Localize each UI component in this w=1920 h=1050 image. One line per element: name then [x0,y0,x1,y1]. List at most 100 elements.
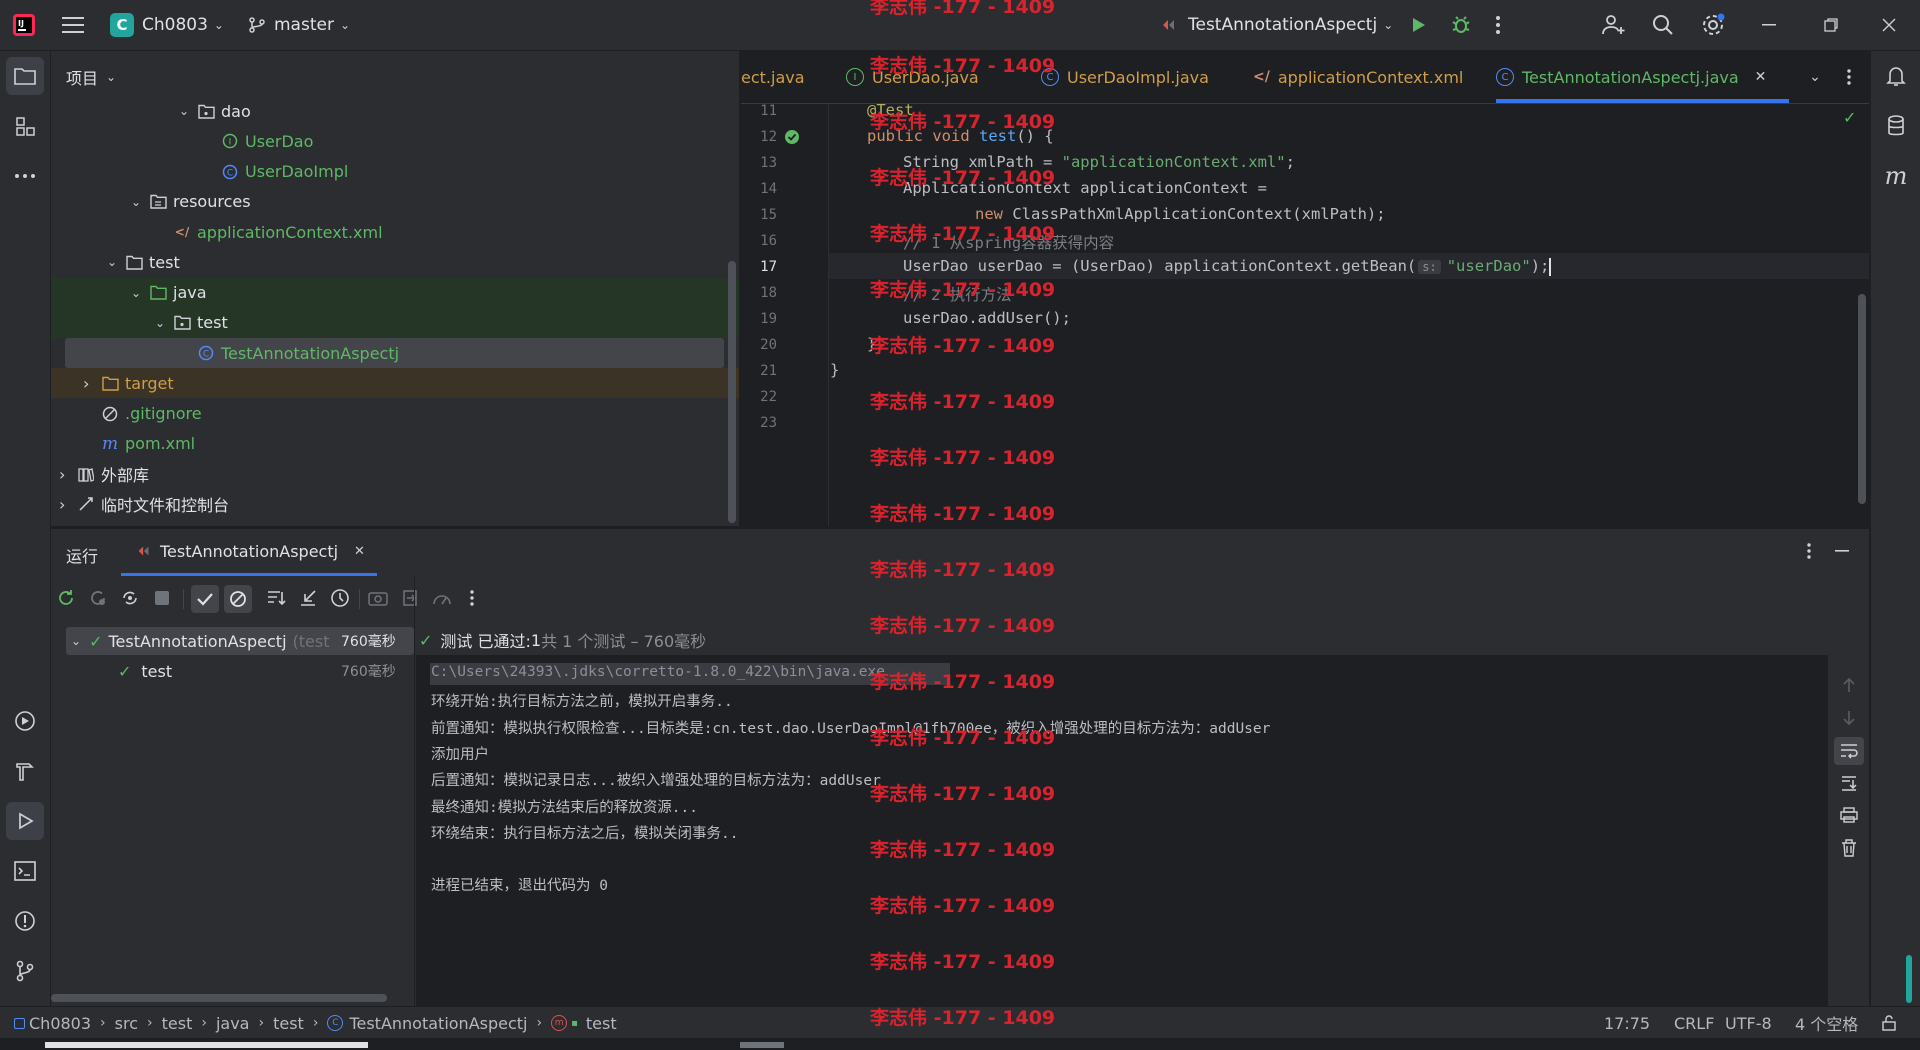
tab-more-icon[interactable] [1839,65,1859,89]
chevron-right-icon[interactable]: › [83,374,101,393]
services-tool-button[interactable] [6,702,44,740]
rerun-failed-icon[interactable] [87,587,109,609]
chevron-down-icon[interactable]: ⌄ [155,316,173,330]
caret-position[interactable]: 17:75 [1604,1007,1650,1039]
stop-icon[interactable] [151,587,173,609]
line-number: 17 [760,259,777,275]
test-suite-row[interactable]: ⌄ ✓ TestAnnotationAspectj (test [71,627,329,655]
more-actions-icon[interactable] [1495,0,1501,50]
test-tree-scrollbar[interactable] [51,994,387,1002]
project-view-selector[interactable]: 项目 ⌄ [66,65,116,89]
git-tool-button[interactable] [6,952,44,990]
database-icon[interactable] [1877,107,1915,145]
breadcrumb-item[interactable]: test [273,1014,304,1033]
breadcrumb-item[interactable]: java [216,1014,250,1033]
import-tests-icon[interactable] [297,587,319,609]
chevron-down-icon[interactable]: ⌄ [131,195,149,209]
chevron-down-icon[interactable]: ⌄ [107,255,125,269]
chevron-down-icon[interactable]: ⌄ [131,286,149,300]
show-passed-toggle[interactable] [191,585,219,613]
main-menu-icon[interactable] [62,0,84,50]
project-tool-button[interactable] [6,57,44,95]
close-tab-icon[interactable]: ✕ [1755,69,1767,85]
structure-tool-button[interactable] [6,107,44,145]
run-panel-more-icon[interactable] [1799,539,1819,563]
test-history-icon[interactable] [329,587,351,609]
clear-console-icon[interactable] [1838,837,1860,859]
tree-item-userdao[interactable]: I UserDao [51,126,739,156]
line-ending[interactable]: CRLF [1674,1007,1714,1039]
sort-alphabetically-icon[interactable] [265,587,287,609]
tree-item-test[interactable]: ⌄ test [51,247,739,277]
tree-item-dao[interactable]: ⌄ dao [51,96,739,126]
breadcrumb-item[interactable]: src [115,1014,138,1033]
chevron-down-icon[interactable]: ⌄ [71,634,81,648]
chevron-right-icon[interactable]: › [59,465,77,484]
tree-item-gitignore[interactable]: .gitignore [51,399,739,429]
chevron-down-icon[interactable]: ⌄ [179,104,197,118]
tree-item-resources[interactable]: ⌄ resources [51,187,739,217]
tree-item-java[interactable]: ⌄ java [51,277,739,308]
tree-item-applicationcontext-xml[interactable]: </ applicationContext.xml [51,217,739,247]
tree-item-test[interactable]: ⌄ test [51,307,739,338]
editor-scrollbar[interactable] [1858,294,1866,504]
run-tool-button[interactable] [6,802,44,840]
project-selector[interactable]: C Ch0803 ⌄ [110,0,224,50]
chevron-right-icon[interactable]: › [59,495,77,514]
toolbar-more-icon[interactable] [463,587,481,609]
project-scrollbar[interactable] [728,261,736,523]
breadcrumb-item[interactable]: Ch0803 [14,1014,91,1033]
run-config-selector[interactable]: TestAnnotationAspectj ⌄ [1160,0,1393,50]
soft-wrap-toggle[interactable] [1834,737,1864,765]
terminal-tool-button[interactable] [6,852,44,890]
maven-icon[interactable]: m [1877,157,1915,195]
scroll-down-icon[interactable] [1838,707,1860,729]
toggle-auto-test-icon[interactable] [119,587,141,609]
file-encoding[interactable]: UTF-8 [1725,1007,1772,1039]
tree-item-target[interactable]: › target [51,368,739,399]
more-tools-icon[interactable] [6,157,44,195]
read-only-lock-icon[interactable] [1880,1014,1898,1032]
run-test-gutter-icon[interactable] [784,129,800,145]
run-button[interactable] [1408,0,1428,50]
minimize-button[interactable] [1762,0,1776,50]
intellij-logo-icon[interactable]: IJ [12,0,36,50]
notifications-icon[interactable] [1877,57,1915,95]
add-user-icon[interactable] [1602,0,1626,50]
print-icon[interactable] [1838,804,1860,826]
tab-testannotationaspectj[interactable]: C TestAnnotationAspectj.java ✕ [1496,51,1766,103]
tree-item-userdaoimpl[interactable]: C UserDaoImpl [51,157,739,187]
tree-item-testannotationaspectj[interactable]: C TestAnnotationAspectj [65,338,724,368]
show-ignored-toggle[interactable] [224,585,252,613]
debug-button[interactable] [1450,0,1472,50]
scroll-up-icon[interactable] [1838,674,1860,696]
settings-gear-icon[interactable] [1701,0,1725,50]
run-tab[interactable]: TestAnnotationAspectj ✕ [136,529,365,573]
breadcrumb-item[interactable]: m ▪ test [551,1014,617,1033]
search-icon[interactable] [1652,0,1674,50]
tab-userdaoimpl[interactable]: C UserDaoImpl.java [1041,51,1209,103]
test-case-row[interactable]: ✓ test [118,657,172,685]
build-tool-button[interactable] [6,752,44,790]
screenshot-icon[interactable] [367,587,389,609]
maximize-button[interactable] [1824,0,1838,50]
close-window-button[interactable] [1882,0,1896,50]
branch-selector[interactable]: master ⌄ [248,0,350,50]
tree-item-pom-xml[interactable]: m pom.xml [51,429,739,459]
scroll-to-end-icon[interactable] [1838,772,1860,794]
tree-item-[interactable]: › 临时文件和控制台 [51,489,739,519]
indent-setting[interactable]: 4 个空格 [1795,1007,1858,1039]
hide-panel-icon[interactable] [1832,541,1852,561]
rerun-icon[interactable] [55,587,77,609]
breadcrumb-item[interactable]: test [162,1014,193,1033]
breadcrumb-item[interactable]: C TestAnnotationAspectj [327,1014,527,1033]
console-scrollbar[interactable] [1906,955,1912,1003]
tree-item-[interactable]: › 外部库 [51,459,739,489]
coverage-icon[interactable] [431,587,453,609]
tab-applicationcontext[interactable]: </ applicationContext.xml [1253,51,1463,103]
tab-list-chevron-icon[interactable]: ⌄ [1805,67,1825,87]
tab-partial[interactable]: ect.java [741,51,805,103]
export-icon[interactable] [399,587,421,609]
close-tab-icon[interactable]: ✕ [354,544,365,559]
problems-tool-button[interactable] [6,902,44,940]
